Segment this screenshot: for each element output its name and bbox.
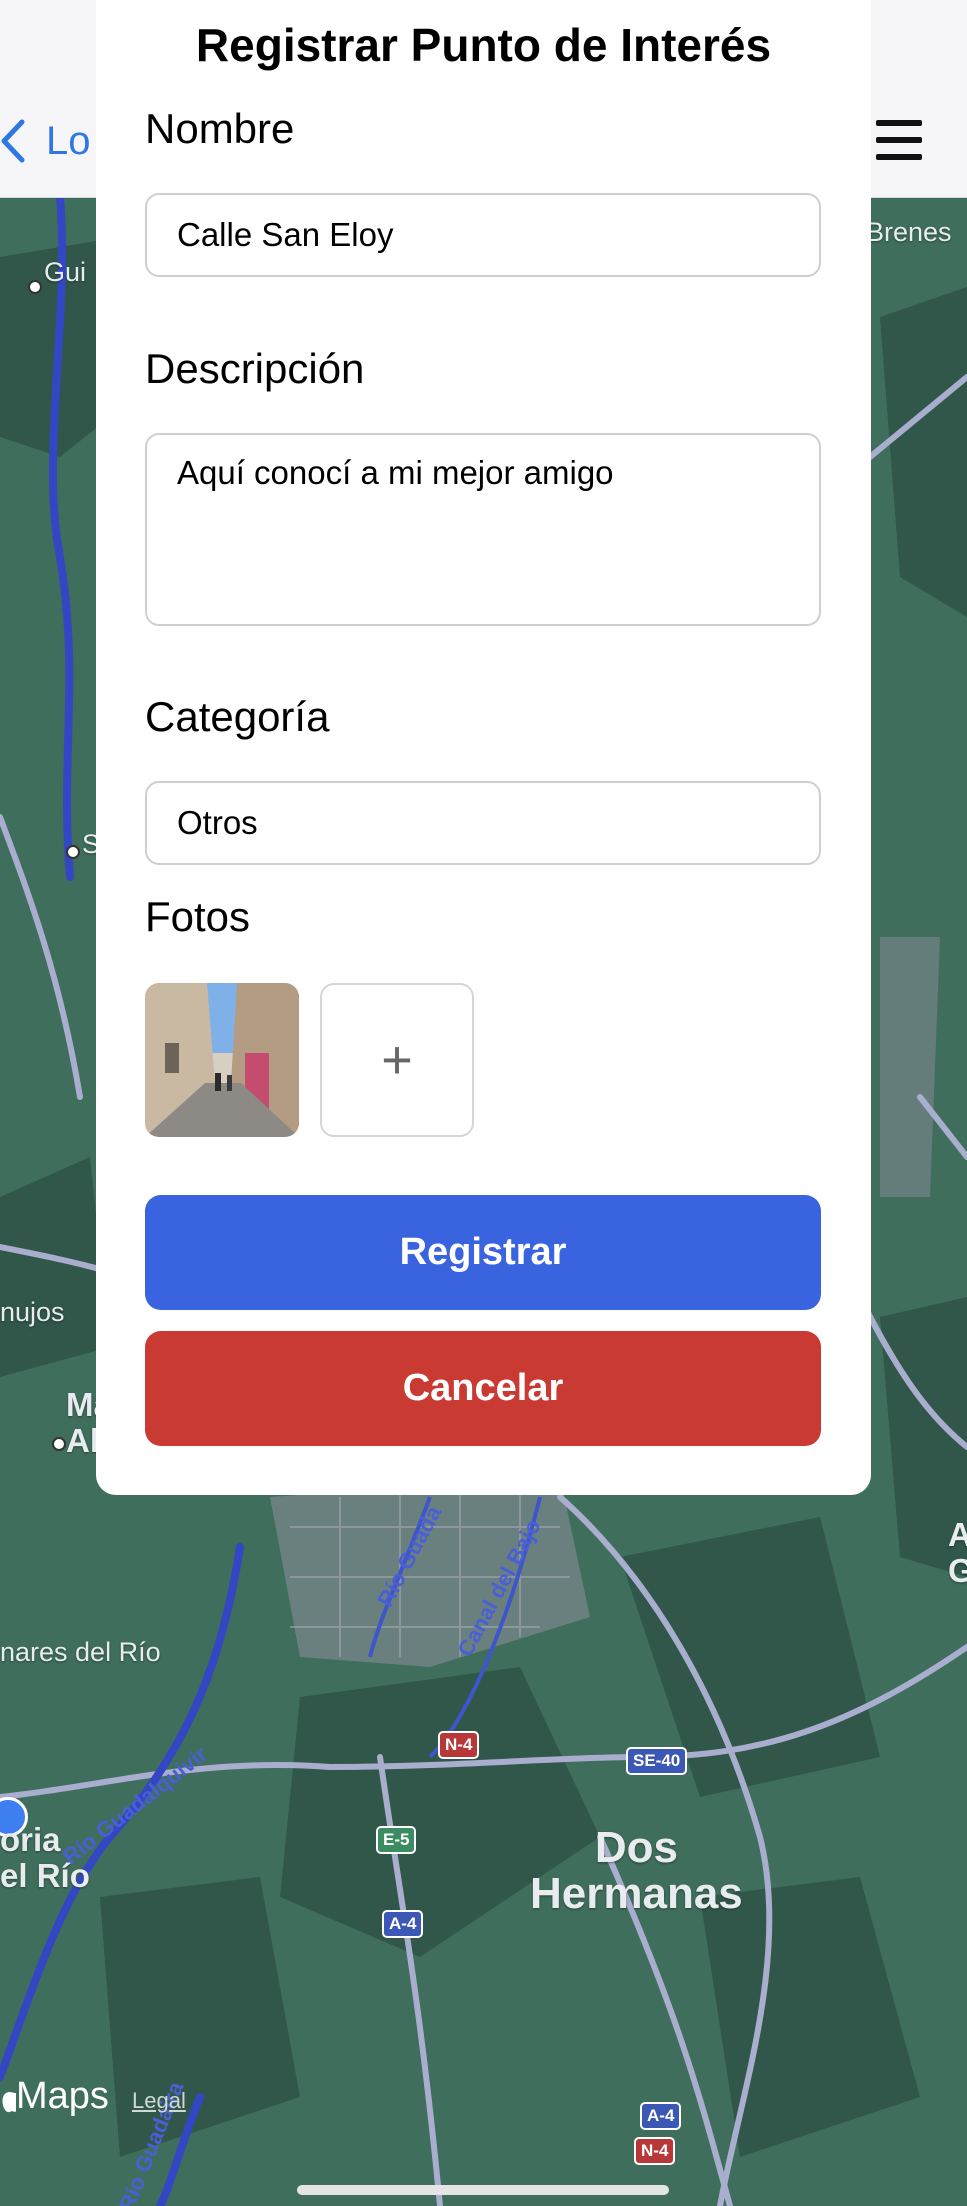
- street-photo-image: [145, 983, 299, 1137]
- town-marker: [66, 845, 80, 859]
- register-button[interactable]: Registrar: [145, 1195, 821, 1310]
- name-label: Nombre: [145, 105, 295, 152]
- modal-title: Registrar Punto de Interés: [195, 19, 772, 71]
- category-label: Categoría: [145, 693, 330, 740]
- maps-brand-label: Maps: [16, 2075, 109, 2117]
- register-poi-modal: Registrar Punto de Interés Nombre Calle …: [96, 0, 871, 1495]
- town-marker: [52, 1437, 66, 1451]
- town-label: nujos: [0, 1297, 65, 1327]
- town-label: A G: [948, 1516, 967, 1589]
- apple-maps-logo: Maps: [0, 2075, 109, 2118]
- back-button[interactable]: Lo: [0, 118, 91, 164]
- description-textarea[interactable]: Aquí conocí a mi mejor amigo: [145, 433, 821, 626]
- town-marker: [28, 280, 42, 294]
- town-label: Gui: [44, 257, 87, 287]
- apple-logo-icon: [2, 2091, 16, 2112]
- road-badge: A-4: [640, 2102, 682, 2130]
- home-indicator: [297, 2185, 669, 2195]
- name-input[interactable]: Calle San Eloy: [145, 193, 821, 277]
- photo-thumbnail[interactable]: [145, 983, 299, 1137]
- road-badge: SE-40: [626, 1747, 688, 1775]
- town-label: Brenes: [866, 217, 952, 247]
- back-button-label: Lo: [46, 118, 91, 163]
- city-label: Dos Hermanas: [530, 1823, 743, 1918]
- description-label: Descripción: [145, 345, 365, 392]
- legal-link[interactable]: Legal: [132, 2088, 186, 2114]
- town-label: nares del Río: [0, 1637, 161, 1667]
- road-badge: N-4: [634, 2137, 676, 2165]
- photos-label: Fotos: [145, 893, 251, 940]
- cancel-button[interactable]: Cancelar: [145, 1331, 821, 1446]
- road-badge: A-4: [382, 1910, 424, 1938]
- category-select[interactable]: Otros: [145, 781, 821, 865]
- road-badge: N-4: [438, 1731, 480, 1759]
- road-badge: E-5: [376, 1826, 417, 1854]
- add-photo-button[interactable]: +: [320, 983, 474, 1137]
- hamburger-menu-icon[interactable]: [876, 120, 922, 160]
- chevron-left-icon: [1, 119, 25, 163]
